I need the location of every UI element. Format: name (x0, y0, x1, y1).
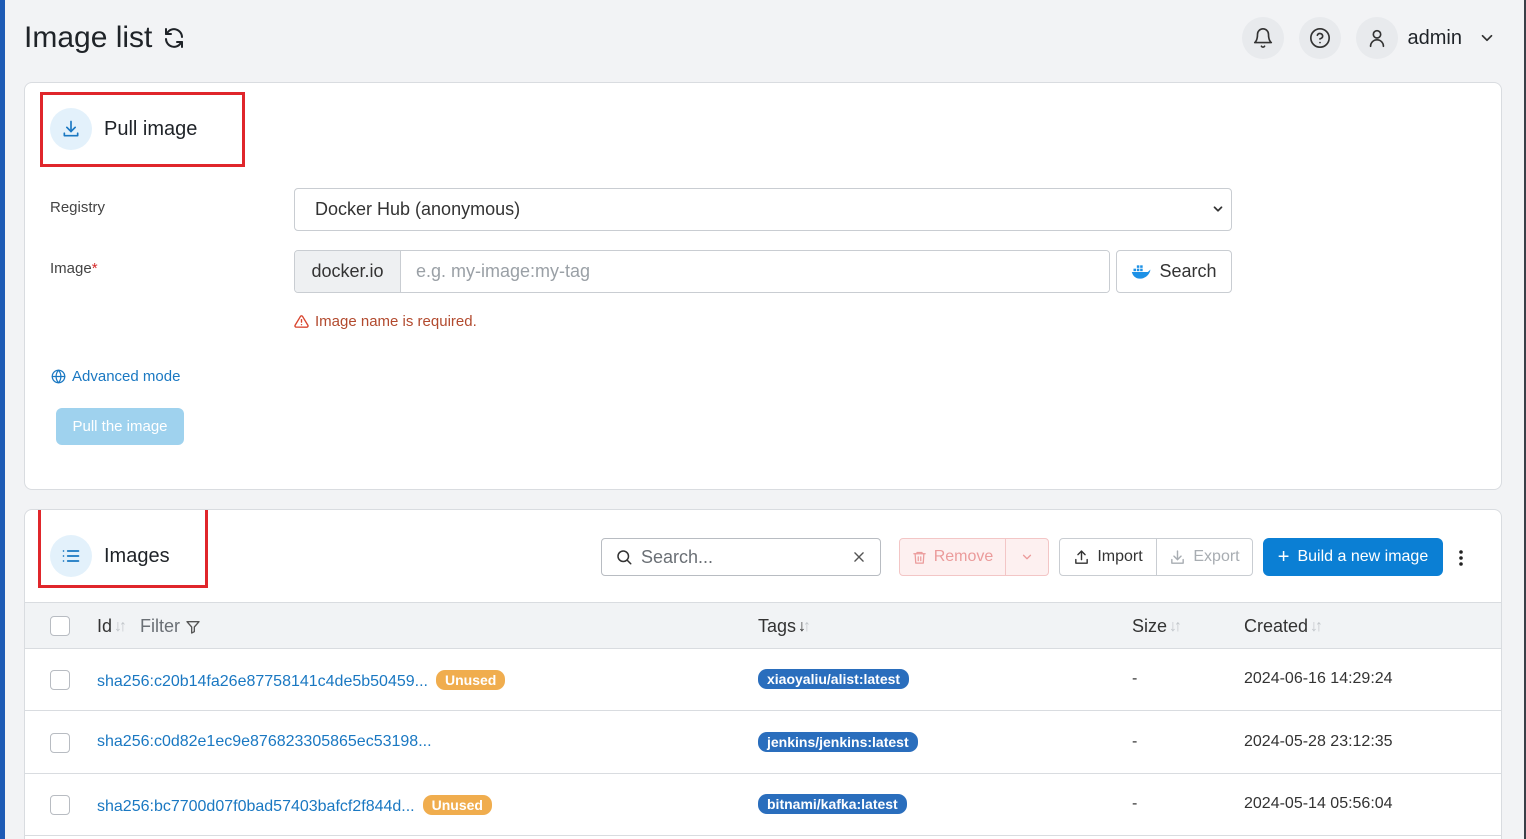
image-id-cell: sha256:bc7700d07f0bad57403bafcf2f844d...… (97, 795, 492, 816)
image-label: Image* (50, 260, 98, 277)
header-actions: admin (1227, 14, 1496, 62)
size-cell: - (1132, 795, 1138, 812)
image-id-link[interactable]: sha256:c20b14fa26e87758141c4de5b50459... (97, 673, 428, 690)
sort-icon[interactable]: ↓↑ (798, 618, 811, 636)
tag-badge: xiaoyaliu/alist:latest (758, 669, 910, 689)
column-id[interactable]: Id ↓↑ Filter (97, 616, 201, 637)
image-input[interactable] (401, 251, 1109, 292)
search-button-label: Search (1159, 261, 1217, 281)
select-all-checkbox[interactable] (50, 616, 70, 636)
column-size[interactable]: Size ↓↑ (1132, 616, 1182, 637)
window-left-edge (0, 0, 5, 839)
help-icon (1309, 28, 1330, 48)
tag-badge: bitnami/kafka:latest (758, 794, 907, 814)
created-cell: 2024-05-28 23:12:35 (1244, 733, 1393, 750)
clear-icon[interactable] (852, 550, 866, 564)
more-options-icon[interactable] (1453, 548, 1469, 568)
chevron-down-icon (1022, 554, 1032, 560)
globe-icon (51, 369, 66, 384)
column-created[interactable]: Created ↓↑ (1244, 616, 1323, 637)
page-title: Image list (24, 21, 153, 54)
import-button[interactable]: Import (1059, 538, 1157, 576)
image-id-link[interactable]: sha256:c0d82e1ec9e876823305865ec53198... (97, 733, 432, 750)
trash-icon (912, 551, 926, 564)
advanced-mode-link[interactable]: Advanced mode (51, 368, 180, 385)
chevron-down-icon (1213, 206, 1223, 212)
image-id-link[interactable]: sha256:bc7700d07f0bad57403bafcf2f844d... (97, 798, 415, 815)
upload-icon (1075, 549, 1089, 564)
registry-prefix: docker.io (295, 251, 401, 292)
build-image-button[interactable]: + Build a new image (1263, 538, 1443, 576)
remove-button[interactable]: Remove (899, 538, 1006, 576)
user-icon (1369, 29, 1384, 48)
download-icon (1171, 549, 1185, 564)
search-icon (617, 550, 632, 565)
filter-button[interactable]: Filter (140, 616, 201, 637)
unused-badge: Unused (435, 670, 506, 690)
highlight-box-pull (40, 92, 245, 167)
plus-icon: + (1277, 546, 1290, 568)
image-input-group: docker.io (294, 250, 1110, 293)
created-cell: 2024-05-14 05:56:04 (1244, 795, 1393, 812)
row-checkbox[interactable] (50, 795, 70, 815)
created-cell: 2024-06-16 14:29:24 (1244, 670, 1393, 687)
row-checkbox[interactable] (50, 733, 70, 753)
page-header: Image list admin (24, 14, 1502, 62)
docker-icon (1132, 264, 1151, 279)
sort-icon[interactable]: ↓↑ (114, 618, 127, 636)
user-avatar[interactable] (1355, 17, 1398, 59)
bell-icon (1253, 28, 1272, 48)
pull-image-button[interactable]: Pull the image (56, 408, 184, 445)
table-header: Id ↓↑ Filter Tags ↓↑ Size ↓↑ Created ↓↑ (25, 602, 1501, 649)
chevron-down-icon[interactable] (1478, 29, 1496, 47)
table-row: sha256:bc7700d07f0bad57403bafcf2f844d...… (25, 774, 1501, 836)
warning-icon (294, 315, 309, 328)
images-card: Images Search... Remove Import Export + … (24, 509, 1502, 839)
sort-icon[interactable]: ↓↑ (1169, 618, 1182, 636)
table-row: sha256:c20b14fa26e87758141c4de5b50459...… (25, 649, 1501, 711)
highlight-box-images (38, 510, 208, 588)
table-row: sha256:c0d82e1ec9e876823305865ec53198...… (25, 712, 1501, 774)
image-id-cell: sha256:c20b14fa26e87758141c4de5b50459...… (97, 670, 506, 691)
images-search-placeholder: Search... (641, 546, 714, 567)
sort-icon[interactable]: ↓↑ (1310, 618, 1323, 636)
column-tags[interactable]: Tags ↓↑ (758, 616, 811, 637)
notifications-button[interactable] (1241, 17, 1284, 59)
row-checkbox[interactable] (50, 670, 70, 690)
size-cell: - (1132, 733, 1138, 750)
registry-selected-value: Docker Hub (anonymous) (315, 199, 521, 219)
size-cell: - (1132, 670, 1138, 687)
help-button[interactable] (1298, 17, 1341, 59)
user-name[interactable]: admin (1408, 27, 1462, 50)
export-button[interactable]: Export (1156, 538, 1253, 576)
registry-select[interactable]: Docker Hub (anonymous) (294, 188, 1232, 231)
search-image-button[interactable]: Search (1116, 250, 1232, 293)
registry-label: Registry (50, 199, 106, 216)
unused-badge: Unused (422, 795, 492, 815)
pull-image-card: Pull image Registry Docker Hub (anonymou… (24, 82, 1502, 490)
image-id-cell: sha256:c0d82e1ec9e876823305865ec53198... (97, 733, 432, 751)
image-error: Image name is required. (294, 313, 477, 330)
remove-dropdown-button[interactable] (1005, 538, 1049, 576)
images-search-field[interactable]: Search... (601, 538, 881, 576)
tag-badge: jenkins/jenkins:latest (758, 732, 918, 752)
filter-icon (186, 620, 200, 634)
refresh-icon[interactable] (162, 26, 186, 50)
